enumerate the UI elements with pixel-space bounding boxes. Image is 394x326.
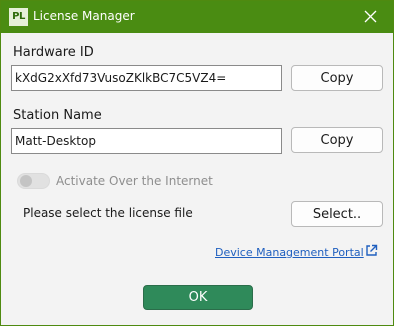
- hardware-id-field[interactable]: kXdG2xXfd73VusoZKlkBC7C5VZ4=: [11, 65, 282, 91]
- hardware-id-label: Hardware ID: [13, 45, 94, 60]
- ok-button[interactable]: OK: [143, 285, 253, 310]
- close-icon: [364, 10, 377, 23]
- activate-internet-label: Activate Over the Internet: [56, 174, 213, 188]
- device-management-portal-link[interactable]: Device Management Portal: [215, 246, 364, 259]
- app-logo-icon: PL: [9, 8, 28, 26]
- license-manager-window: PL License Manager Hardware ID kXdG2xXfd…: [0, 0, 394, 326]
- copy-hardware-id-button[interactable]: Copy: [291, 65, 383, 91]
- external-link-icon[interactable]: [365, 244, 378, 257]
- window-title: License Manager: [33, 9, 135, 23]
- copy-station-name-button[interactable]: Copy: [291, 127, 383, 153]
- select-license-prompt: Please select the license file: [23, 206, 193, 220]
- toggle-knob: [20, 175, 32, 187]
- select-license-button[interactable]: Select..: [291, 201, 383, 227]
- title-bar[interactable]: PL License Manager: [1, 1, 393, 33]
- close-button[interactable]: [351, 1, 391, 33]
- station-name-label: Station Name: [13, 108, 102, 123]
- activate-internet-toggle[interactable]: [17, 173, 50, 189]
- station-name-field[interactable]: Matt-Desktop: [11, 128, 282, 154]
